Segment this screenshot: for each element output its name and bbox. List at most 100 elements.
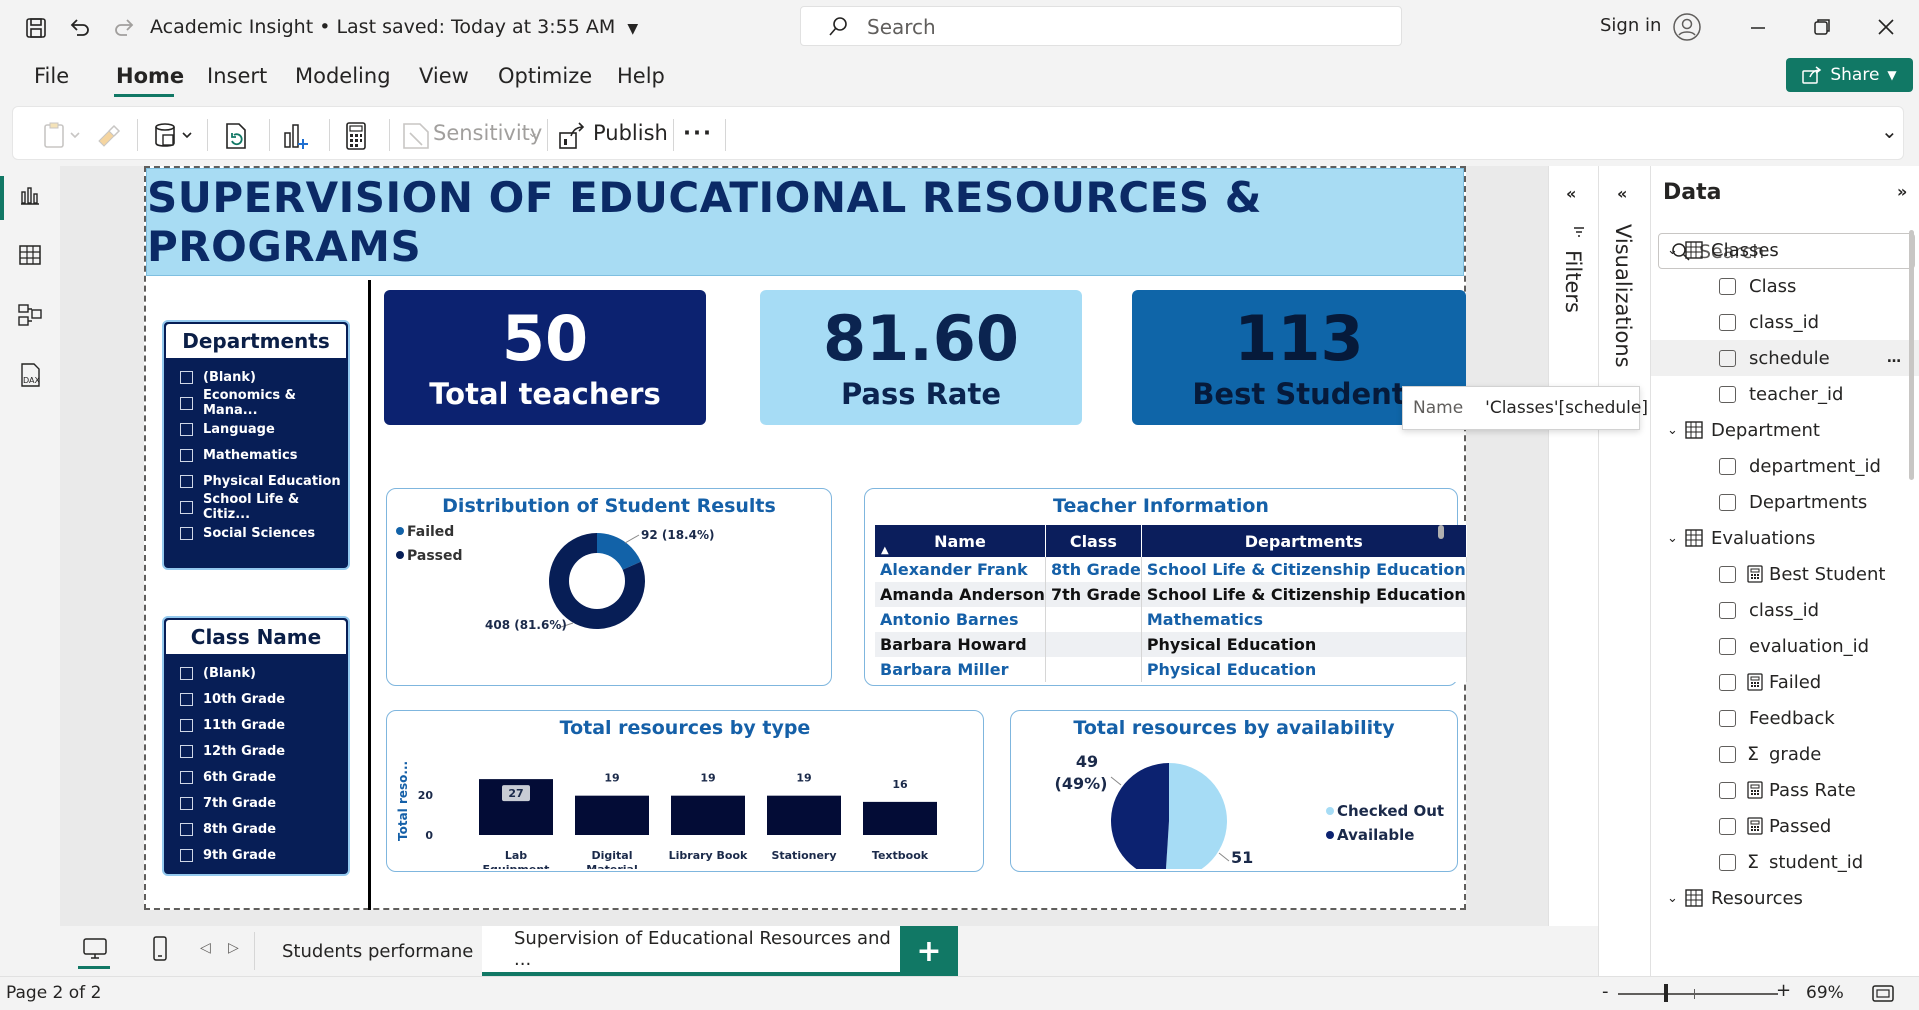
dax-query-view-icon[interactable]: DAX <box>17 362 45 390</box>
collapse-ribbon-icon[interactable]: ⌄ <box>1881 119 1898 143</box>
checkbox[interactable] <box>180 848 193 862</box>
menu-help[interactable]: Help <box>617 64 665 88</box>
checkbox[interactable] <box>180 770 193 784</box>
desktop-layout-icon[interactable] <box>82 938 108 960</box>
more-options-button[interactable]: ··· <box>683 121 713 145</box>
field-node[interactable]: Σgrade <box>1651 736 1919 772</box>
class-name-slicer-item[interactable]: 10th Grade <box>180 686 348 712</box>
checkbox[interactable] <box>1719 277 1736 295</box>
expand-data-pane-icon[interactable]: » <box>1897 182 1907 201</box>
departments-slicer-item[interactable]: Social Sciences <box>180 520 348 546</box>
collapse-visualizations-icon[interactable]: « <box>1617 184 1627 203</box>
close-icon[interactable] <box>1876 17 1896 37</box>
field-node[interactable]: Departments <box>1651 484 1919 520</box>
menu-modeling[interactable]: Modeling <box>295 64 391 88</box>
checkbox[interactable] <box>1719 781 1736 799</box>
field-node[interactable]: Class <box>1651 268 1919 304</box>
menu-insert[interactable]: Insert <box>207 64 267 88</box>
visualizations-pane[interactable]: « Visualizations <box>1598 166 1650 976</box>
new-visual-icon[interactable] <box>281 121 311 149</box>
checkbox[interactable] <box>180 448 193 462</box>
page-tab-supervision[interactable]: Supervision of Educational Resources and… <box>482 926 900 976</box>
checkbox[interactable] <box>1719 709 1736 727</box>
field-node[interactable]: Failed <box>1651 664 1919 700</box>
data-pane-scrollbar[interactable] <box>1909 230 1914 480</box>
departments-slicer-item[interactable]: Economics & Mana... <box>180 388 348 418</box>
checkbox[interactable] <box>1719 349 1736 367</box>
redo-icon[interactable] <box>110 14 138 42</box>
field-node[interactable]: schedule… <box>1651 340 1919 376</box>
table-node-resources[interactable]: ⌄ Resources <box>1651 880 1919 916</box>
more-options-icon[interactable]: … <box>1887 350 1901 366</box>
checkbox[interactable] <box>180 370 193 384</box>
field-node[interactable]: Σstudent_id <box>1651 844 1919 880</box>
window-title[interactable]: Academic Insight • Last saved: Today at … <box>150 16 638 38</box>
checkbox[interactable] <box>1719 385 1736 403</box>
departments-slicer-item[interactable]: School Life & Citiz... <box>180 492 348 522</box>
calculator-icon[interactable] <box>343 121 373 150</box>
field-node[interactable]: Pass Rate <box>1651 772 1919 808</box>
publish-button[interactable]: Publish <box>593 121 668 145</box>
previous-page-icon[interactable]: ◁ <box>200 940 211 956</box>
sensitivity-icon[interactable] <box>401 121 431 149</box>
resources-by-availability-pie-chart[interactable]: Total resources by availability 51(51%)4… <box>1010 710 1458 872</box>
departments-slicer-item[interactable]: Physical Education <box>180 468 348 494</box>
table-node-department[interactable]: ⌄ Department <box>1651 412 1919 448</box>
mobile-layout-icon[interactable] <box>152 936 168 962</box>
table-scrollbar[interactable] <box>1438 525 1444 539</box>
model-view-icon[interactable] <box>17 302 45 330</box>
chevron-down-icon[interactable]: ⌄ <box>1667 531 1678 546</box>
zoom-slider-thumb[interactable] <box>1664 984 1668 1002</box>
field-node[interactable]: department_id <box>1651 448 1919 484</box>
fit-to-page-icon[interactable] <box>1872 985 1894 1003</box>
share-button[interactable]: Share ▼ <box>1786 58 1913 92</box>
publish-icon[interactable] <box>557 121 587 149</box>
zoom-out-button[interactable]: - <box>1602 981 1609 1002</box>
class-name-slicer-item[interactable]: 7th Grade <box>180 790 348 816</box>
field-node[interactable]: evaluation_id <box>1651 628 1919 664</box>
teacher-information-table[interactable]: Teacher Information Name ▲ Class Departme… <box>864 488 1467 686</box>
menu-view[interactable]: View <box>419 64 469 88</box>
departments-slicer-item[interactable]: Mathematics <box>180 442 348 468</box>
chevron-down-icon[interactable]: ⌄ <box>1667 891 1678 906</box>
field-node[interactable]: class_id <box>1651 304 1919 340</box>
field-node[interactable]: teacher_id <box>1651 376 1919 412</box>
table-row[interactable]: Barbara Miller Physical Education <box>875 657 1467 682</box>
chevron-down-icon[interactable]: ⌄ <box>527 125 539 141</box>
zoom-in-button[interactable]: + <box>1776 980 1791 1001</box>
class-name-slicer-item[interactable]: 8th Grade <box>180 816 348 842</box>
column-header-departments[interactable]: Departments <box>1141 525 1467 557</box>
table-node-classes[interactable]: ⌄ Classes <box>1651 232 1919 268</box>
chevron-down-icon[interactable]: ▼ <box>627 21 638 37</box>
checkbox[interactable] <box>180 474 193 488</box>
class-name-slicer-item[interactable]: 11th Grade <box>180 712 348 738</box>
kpi-pass-rate[interactable]: 81.60 Pass Rate <box>760 290 1082 425</box>
checkbox[interactable] <box>180 796 193 810</box>
page-tab-students-performance[interactable]: Students performane <box>282 926 473 976</box>
column-header-name[interactable]: Name ▲ <box>875 525 1046 557</box>
resources-by-type-bar-chart[interactable]: Total resources by type 27LabEquipment19… <box>386 710 984 872</box>
class-name-slicer-item[interactable]: 9th Grade <box>180 842 348 868</box>
student-results-donut-chart[interactable]: Distribution of Student Results Failed Pa… <box>386 488 832 686</box>
zoom-slider[interactable] <box>1618 993 1778 995</box>
table-view-icon[interactable] <box>17 242 45 270</box>
checkbox[interactable] <box>1719 745 1736 763</box>
checkbox[interactable] <box>1719 853 1736 871</box>
next-page-icon[interactable]: ▷ <box>228 940 239 956</box>
refresh-icon[interactable] <box>221 121 251 149</box>
account-icon[interactable] <box>1672 12 1702 42</box>
format-painter-icon[interactable] <box>93 121 123 149</box>
field-node[interactable]: Feedback <box>1651 700 1919 736</box>
checkbox[interactable] <box>180 422 193 436</box>
get-data-icon[interactable] <box>153 121 192 149</box>
menu-file[interactable]: File <box>34 64 69 88</box>
table-row[interactable]: Alexander Frank 8th Grade School Life & Ci… <box>875 557 1467 582</box>
field-node[interactable]: class_id <box>1651 592 1919 628</box>
minimize-icon[interactable] <box>1748 18 1768 38</box>
checkbox[interactable] <box>180 666 193 680</box>
sensitivity-button[interactable]: Sensitivity <box>433 121 542 145</box>
checkbox[interactable] <box>1719 673 1736 691</box>
field-node[interactable]: Passed <box>1651 808 1919 844</box>
filters-pane[interactable]: « Filters <box>1548 166 1598 926</box>
maximize-icon[interactable] <box>1812 17 1832 37</box>
